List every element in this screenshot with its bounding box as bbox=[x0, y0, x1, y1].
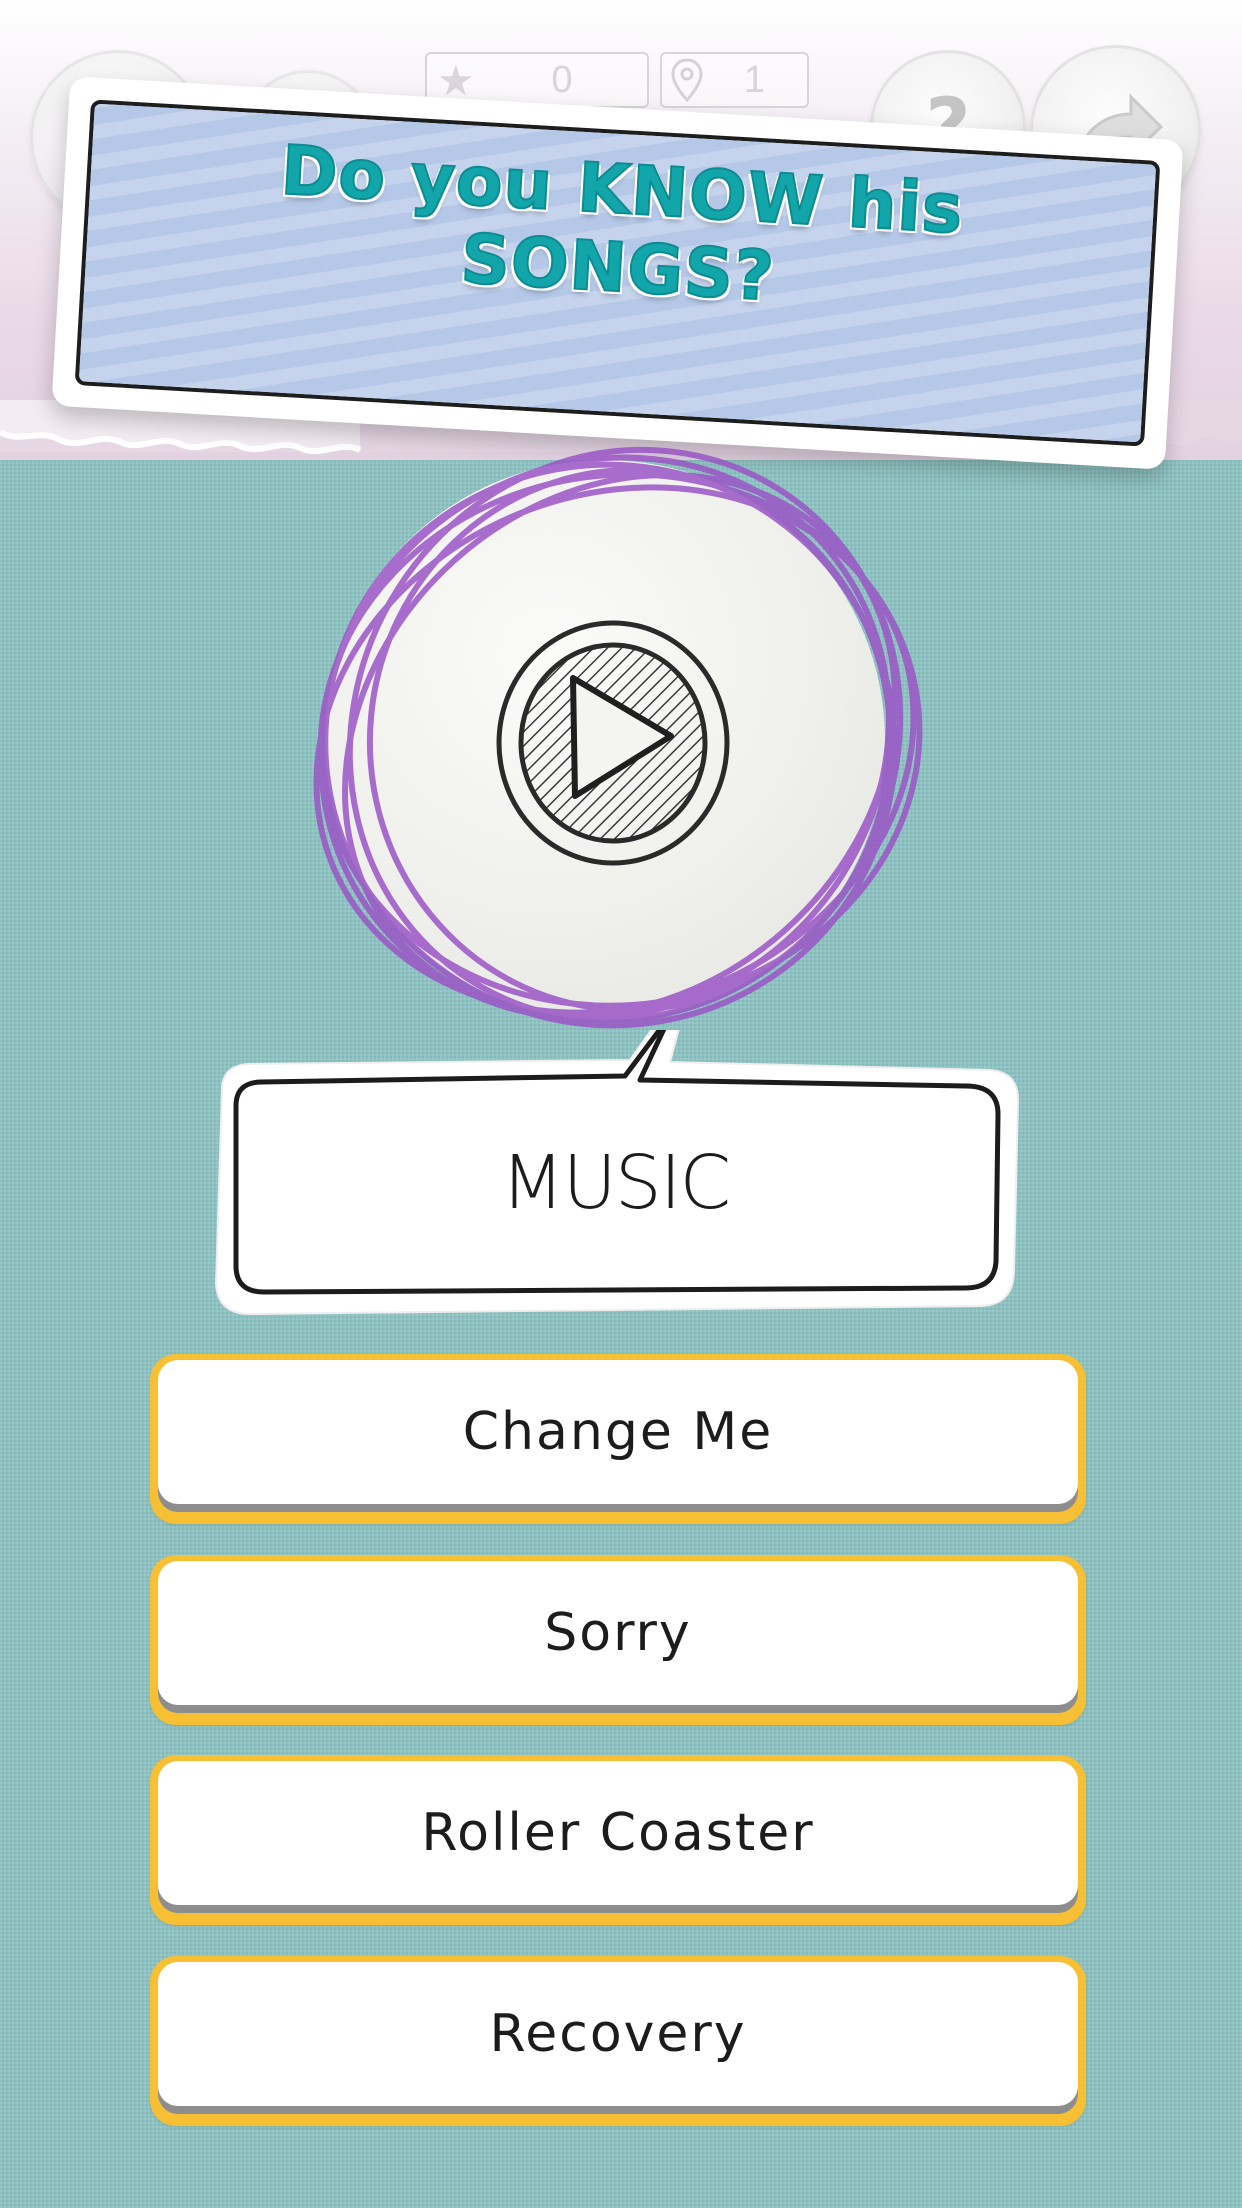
answer-label: Sorry bbox=[544, 1603, 692, 1663]
answer-button-1[interactable]: Change Me bbox=[150, 1354, 1086, 1524]
answer-label: Change Me bbox=[462, 1402, 774, 1462]
answer-face: Recovery bbox=[158, 1962, 1078, 2106]
level-counter: 1 bbox=[660, 52, 809, 108]
category-label: MUSIC bbox=[500, 1140, 731, 1226]
play-icon bbox=[496, 620, 730, 866]
answer-button-2[interactable]: Sorry bbox=[150, 1555, 1086, 1725]
answer-label: Roller Coaster bbox=[421, 1803, 815, 1863]
answer-face: Change Me bbox=[158, 1360, 1078, 1504]
category-bubble: MUSIC bbox=[200, 1030, 1030, 1320]
stars-value: 0 bbox=[551, 58, 573, 101]
answer-button-4[interactable]: Recovery bbox=[150, 1956, 1086, 2126]
answer-face: Roller Coaster bbox=[158, 1761, 1078, 1905]
answer-face: Sorry bbox=[158, 1561, 1078, 1705]
play-button[interactable] bbox=[495, 618, 731, 868]
location-pin-icon bbox=[670, 58, 704, 112]
title-banner: Do you KNOW his SONGS? bbox=[51, 76, 1184, 470]
level-value: 1 bbox=[743, 58, 766, 101]
answer-button-3[interactable]: Roller Coaster bbox=[150, 1755, 1086, 1925]
play-disc[interactable] bbox=[290, 440, 940, 1040]
answer-label: Recovery bbox=[489, 2004, 747, 2064]
